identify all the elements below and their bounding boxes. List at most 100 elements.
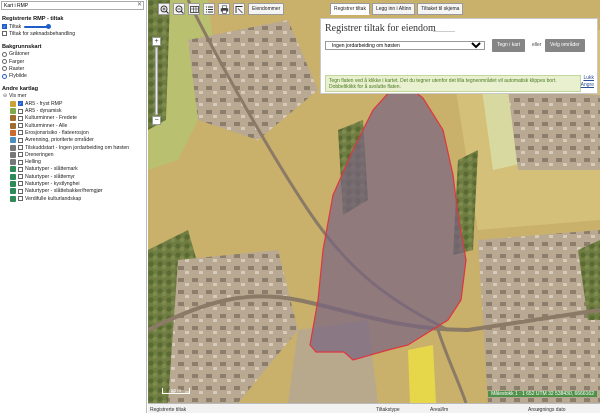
measure-button[interactable] [233, 3, 245, 15]
col-date[interactable]: Ansøgnings dato [528, 407, 566, 413]
zoom-minus-button[interactable]: − [152, 116, 161, 125]
layer-item[interactable]: Tilskuddstart - Ingen jordarbeiding om h… [0, 144, 146, 151]
panel-title: Registrer tiltak for eiendom [325, 23, 436, 34]
layer-item[interactable]: Erosjonsrisiko - flateerosjon [0, 129, 146, 136]
tab-item[interactable]: Legg inn i Altinn [371, 3, 416, 15]
layer-item[interactable]: Naturtyper - slåttemark [0, 166, 146, 173]
eiendommer-button[interactable]: Eiendommer [248, 3, 285, 15]
zoom-plus-button[interactable]: + [152, 37, 161, 46]
checkbox[interactable]: ✓ [2, 24, 7, 30]
layer-sidebar: ✕ Registrerte RMP - tiltak✓TiltakTiltak … [0, 0, 147, 413]
checkbox[interactable] [18, 174, 23, 180]
radio-button[interactable] [2, 51, 7, 57]
layer-item[interactable]: Helling [0, 158, 146, 166]
checkbox[interactable] [18, 137, 23, 143]
layer-item[interactable]: Kulturminner - Fredete [0, 115, 146, 122]
row-label: Verdifulle kulturlandskap [25, 195, 82, 202]
print-button[interactable] [218, 3, 230, 15]
map-toolbar: Eiendommer [158, 2, 285, 16]
col-area[interactable]: Areal/lm [430, 407, 448, 413]
checkbox[interactable] [18, 166, 23, 172]
draw-in-map-button[interactable]: Tegn i kart [492, 39, 526, 52]
row-label: Tiltak [9, 23, 22, 30]
zoom-in-button[interactable] [158, 3, 170, 15]
basemap-option[interactable]: Farger [0, 58, 146, 65]
row-label: AR5 - fryst RMP [25, 100, 63, 107]
layer-item[interactable]: Naturtyper - slåttemyr [0, 173, 146, 180]
radio-button[interactable] [2, 73, 7, 79]
app-window: ✕ Registrerte RMP - tiltak✓TiltakTiltak … [0, 0, 600, 413]
table-icon [189, 5, 199, 13]
search-input[interactable] [2, 2, 130, 9]
row-label: Kulturminner - Alle [25, 122, 68, 129]
tab-item[interactable]: Registrer tiltak [330, 3, 370, 15]
layer-item[interactable]: ✓ AR5 - fryst RMP [0, 100, 146, 107]
zoom-out-icon [175, 5, 184, 14]
close-link[interactable]: Lukk [581, 75, 594, 82]
row-label: Naturtyper - kystlynghei [25, 180, 80, 187]
basemap-option[interactable]: Gråtoner [0, 51, 146, 58]
or-label: eller [532, 42, 542, 48]
tab-item[interactable]: Tiltaket til skjema [417, 3, 464, 15]
layer-item[interactable]: Verdifulle kulturlandskap [0, 195, 146, 202]
checkbox[interactable] [18, 108, 23, 114]
radio-button[interactable] [2, 66, 7, 72]
table-button[interactable] [188, 3, 200, 15]
radio-button[interactable] [2, 59, 7, 65]
section-heading: Bakgrunnskart [2, 43, 42, 50]
layer-legend-icon [10, 100, 16, 107]
collapse-icon[interactable]: ⊖ [2, 93, 8, 99]
row-label: Vis mer [9, 93, 27, 100]
col-registered[interactable]: Registrerte tiltak [150, 407, 186, 413]
choose-areas-button[interactable]: Velg områder [545, 39, 585, 52]
map-view[interactable]: Eiendommer Registrer tiltak Legg inn i Al… [148, 0, 600, 403]
layer-item[interactable]: Dreneringen [0, 151, 146, 158]
basemap-option[interactable]: Flybilde [0, 72, 146, 79]
checkbox[interactable] [18, 196, 23, 202]
layer-item[interactable]: Naturtyper - kystlynghei [0, 180, 146, 187]
print-icon [220, 5, 228, 14]
checkbox[interactable] [18, 130, 23, 136]
layer-tree-toggle[interactable]: ⊖ Vis mer [0, 93, 146, 100]
tab-bar: Registrer tiltak Legg inn i Altinn Tiltake… [330, 3, 464, 15]
layer-item[interactable]: AR5 - dynamisk [0, 107, 146, 115]
basemap-option[interactable]: Raster [0, 65, 146, 72]
checkbox[interactable] [18, 145, 23, 150]
measure-layer-item[interactable]: ✓ Tiltak [0, 23, 146, 30]
layer-legend-icon [10, 195, 16, 202]
measure-type-select[interactable]: Ingen jordarbeiding om høsten [325, 41, 485, 50]
zoom-slider[interactable] [155, 47, 158, 115]
close-icon[interactable]: ✕ [137, 2, 142, 9]
row-label: Avrenning, prioriterte områder [25, 137, 94, 144]
slider-thumb[interactable] [46, 24, 52, 30]
layer-legend-icon [10, 173, 16, 180]
checkbox[interactable] [18, 159, 23, 165]
sidebar-sections: Registrerte RMP - tiltak ✓ Tiltak Tiltak fo… [0, 16, 146, 202]
row-label: Raster [9, 65, 25, 72]
checkbox[interactable] [18, 181, 23, 187]
checkbox[interactable] [18, 188, 23, 194]
layer-legend-icon [10, 122, 16, 129]
measure-layer-item[interactable]: Tiltak for søknadsbehandling [0, 30, 146, 37]
layer-item[interactable]: Kulturminner - Alle [0, 122, 146, 129]
checkbox[interactable] [2, 31, 7, 37]
col-type[interactable]: Tiltakstype [376, 407, 400, 413]
checkbox[interactable] [18, 152, 23, 158]
list-button[interactable] [203, 3, 215, 15]
row-label: Naturtyper - slåttemyr [25, 173, 75, 180]
layer-item[interactable]: Avrenning, prioriterte områder [0, 137, 146, 144]
layer-legend-icon [10, 180, 16, 187]
layer-legend-icon [10, 137, 16, 144]
undo-link[interactable]: Angre [581, 82, 594, 89]
checkbox[interactable]: ✓ [18, 101, 23, 107]
checkbox[interactable] [18, 123, 23, 129]
layer-item[interactable]: Naturtyper - slåttebakker/fremgjør [0, 188, 146, 195]
zoom-out-button[interactable] [173, 3, 185, 15]
row-label: Kulturminner - Fredete [25, 115, 77, 122]
opacity-slider[interactable] [24, 24, 52, 30]
layer-legend-icon [10, 159, 16, 166]
coordinate-readout: Målestokk 1 : 1 652 UTM 32 538430, 66661… [488, 391, 597, 397]
checkbox[interactable] [18, 115, 23, 121]
search-box[interactable]: ✕ [1, 1, 144, 10]
layer-legend-icon [10, 144, 16, 151]
